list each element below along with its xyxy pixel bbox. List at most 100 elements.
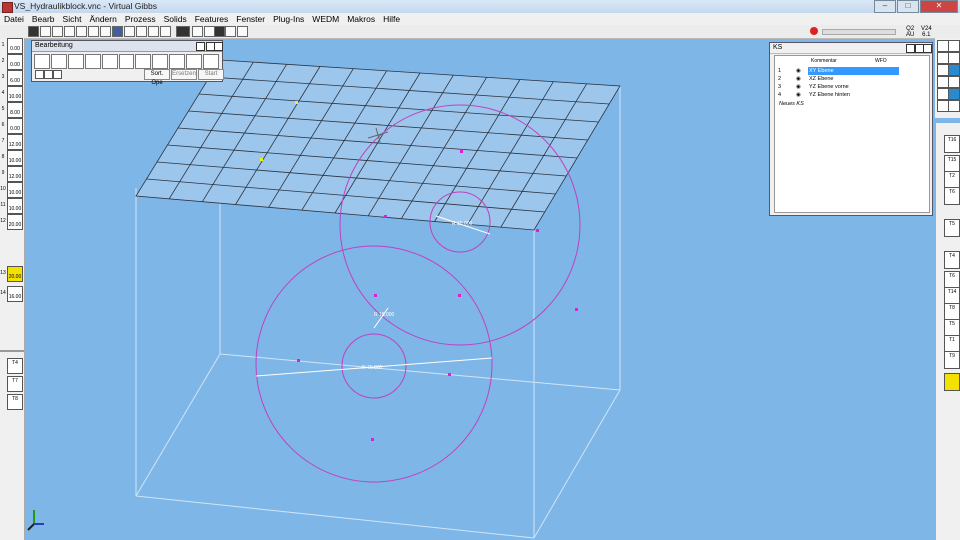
right-tool-icon[interactable]: [948, 52, 960, 64]
stop-icon[interactable]: [810, 27, 818, 35]
menu-features[interactable]: Features: [191, 13, 233, 25]
view-front-icon[interactable]: [148, 26, 159, 37]
point[interactable]: [536, 229, 539, 232]
view-color-icon[interactable]: [112, 26, 123, 37]
op-contour-icon[interactable]: [34, 54, 50, 69]
palette-restore-icon[interactable]: [196, 42, 205, 51]
ks-restore-icon[interactable]: [906, 44, 915, 53]
sort-ops-button[interactable]: Sort. Ope: [144, 69, 170, 86]
tool-slot-2[interactable]: 0.00: [7, 54, 23, 70]
tool-slot-6[interactable]: 0.00: [7, 118, 23, 134]
op-pocket-icon[interactable]: [50, 54, 67, 69]
maximize-button[interactable]: □: [897, 0, 919, 13]
menu-bearb[interactable]: Bearb: [28, 13, 59, 25]
point[interactable]: [260, 158, 263, 161]
view-a-icon[interactable]: [40, 26, 51, 37]
ks-close-icon[interactable]: [923, 44, 932, 53]
start-button[interactable]: Start: [198, 69, 224, 80]
menu-fenster[interactable]: Fenster: [232, 13, 269, 25]
right-tool-icon[interactable]: [948, 40, 960, 52]
eye-icon[interactable]: ◉: [796, 67, 801, 75]
col-wfo[interactable]: WFO: [875, 58, 887, 64]
ks-row[interactable]: 1 ◉ XY Ebene: [776, 67, 926, 75]
view-hidden-icon[interactable]: [64, 26, 75, 37]
tool-slot-1[interactable]: 0.00: [7, 38, 23, 54]
op-finish-icon[interactable]: [169, 54, 186, 69]
op-surface-icon[interactable]: [135, 54, 152, 69]
display-mode-icon[interactable]: [176, 26, 190, 37]
eye-icon[interactable]: ◉: [796, 75, 801, 83]
tool-slot-11[interactable]: 10.00: [7, 198, 23, 214]
point[interactable]: [384, 215, 387, 218]
ersetzen-button[interactable]: Ersetzen: [171, 69, 197, 80]
tool-slot-t16[interactable]: T16: [944, 135, 960, 153]
col-kommentar[interactable]: Kommentar: [811, 58, 837, 64]
tool-slot-13-active[interactable]: 20.00: [7, 266, 23, 282]
menu-datei[interactable]: Datei: [0, 13, 28, 25]
eye-icon[interactable]: ◉: [796, 91, 801, 99]
point[interactable]: [374, 294, 377, 297]
op-verify-icon[interactable]: [203, 54, 219, 69]
right-tool-icon[interactable]: [948, 64, 960, 76]
op-rough-icon[interactable]: [152, 54, 169, 69]
tool-slot-12[interactable]: 20.00: [7, 214, 23, 230]
menu-aendern[interactable]: Ändern: [85, 13, 120, 25]
menu-solids[interactable]: Solids: [160, 13, 191, 25]
tool-slot-t4[interactable]: T4: [7, 358, 23, 374]
view-shaded-icon[interactable]: [52, 26, 63, 37]
tool-slot-3[interactable]: 6.00: [7, 70, 23, 86]
ks-list[interactable]: Kommentar WFO 1 ◉ XY Ebene 2 ◉ XZ Ebene …: [774, 55, 930, 213]
copy-icon[interactable]: [225, 26, 236, 37]
point[interactable]: [297, 359, 300, 362]
cube-icon[interactable]: [192, 26, 203, 37]
menu-makros[interactable]: Makros: [343, 13, 379, 25]
tool-slot-t5[interactable]: T5: [944, 219, 960, 237]
tool-slot-t7[interactable]: T7: [7, 376, 23, 392]
menu-prozess[interactable]: Prozess: [121, 13, 160, 25]
tool-slot-7[interactable]: 12.00: [7, 134, 23, 150]
tool-slot-t4[interactable]: T4: [944, 251, 960, 269]
tool-slot-10[interactable]: 10.00: [7, 182, 23, 198]
view-top-icon[interactable]: [136, 26, 147, 37]
ks-row[interactable]: 2 ◉ XZ Ebene: [776, 75, 926, 83]
op-face-icon[interactable]: [67, 54, 84, 69]
gear-icon[interactable]: [53, 70, 62, 79]
view-iso-icon[interactable]: [124, 26, 135, 37]
op-3d-icon[interactable]: [118, 54, 135, 69]
tool-slot-14[interactable]: 16.00: [7, 286, 23, 302]
tool-slot-4[interactable]: 10.00: [7, 86, 23, 102]
ks-row[interactable]: 4 ◉ YZ Ebene hinten: [776, 91, 926, 99]
menu-plugins[interactable]: Plug-Ins: [269, 13, 308, 25]
help-icon[interactable]: [237, 26, 248, 37]
op-folder-icon[interactable]: [186, 54, 203, 69]
point[interactable]: [460, 150, 463, 153]
checkbox-icon[interactable]: [35, 70, 44, 79]
point[interactable]: [458, 294, 461, 297]
menu-wedm[interactable]: WEDM: [308, 13, 343, 25]
menu-sicht[interactable]: Sicht: [59, 13, 86, 25]
op-thread-icon[interactable]: [101, 54, 118, 69]
view-edges-icon[interactable]: [76, 26, 87, 37]
tool-slot-t6[interactable]: T6: [944, 187, 960, 205]
view-solid-icon[interactable]: [100, 26, 111, 37]
point[interactable]: [575, 308, 578, 311]
tool-slot-t9[interactable]: T9: [944, 351, 960, 369]
point[interactable]: [448, 373, 451, 376]
pointer-icon[interactable]: [214, 26, 225, 37]
point[interactable]: [295, 101, 298, 104]
right-tool-icon[interactable]: [948, 76, 960, 88]
right-tool-icon[interactable]: [948, 88, 960, 100]
stop-small-icon[interactable]: [44, 70, 53, 79]
eye-icon[interactable]: ◉: [796, 83, 801, 91]
view-render-icon[interactable]: [88, 26, 99, 37]
right-tool-icon[interactable]: [948, 100, 960, 112]
ks-row[interactable]: 3 ◉ YZ Ebene vorne: [776, 83, 926, 91]
new-ks-item[interactable]: Neues KS: [779, 101, 804, 107]
tool-slot-t8[interactable]: T8: [7, 394, 23, 410]
point[interactable]: [371, 438, 374, 441]
close-button[interactable]: ✕: [920, 0, 958, 13]
tool-slot-8[interactable]: 10.00: [7, 150, 23, 166]
minimize-button[interactable]: –: [874, 0, 896, 13]
palette-close-icon[interactable]: [214, 42, 223, 51]
menu-hilfe[interactable]: Hilfe: [379, 13, 404, 25]
